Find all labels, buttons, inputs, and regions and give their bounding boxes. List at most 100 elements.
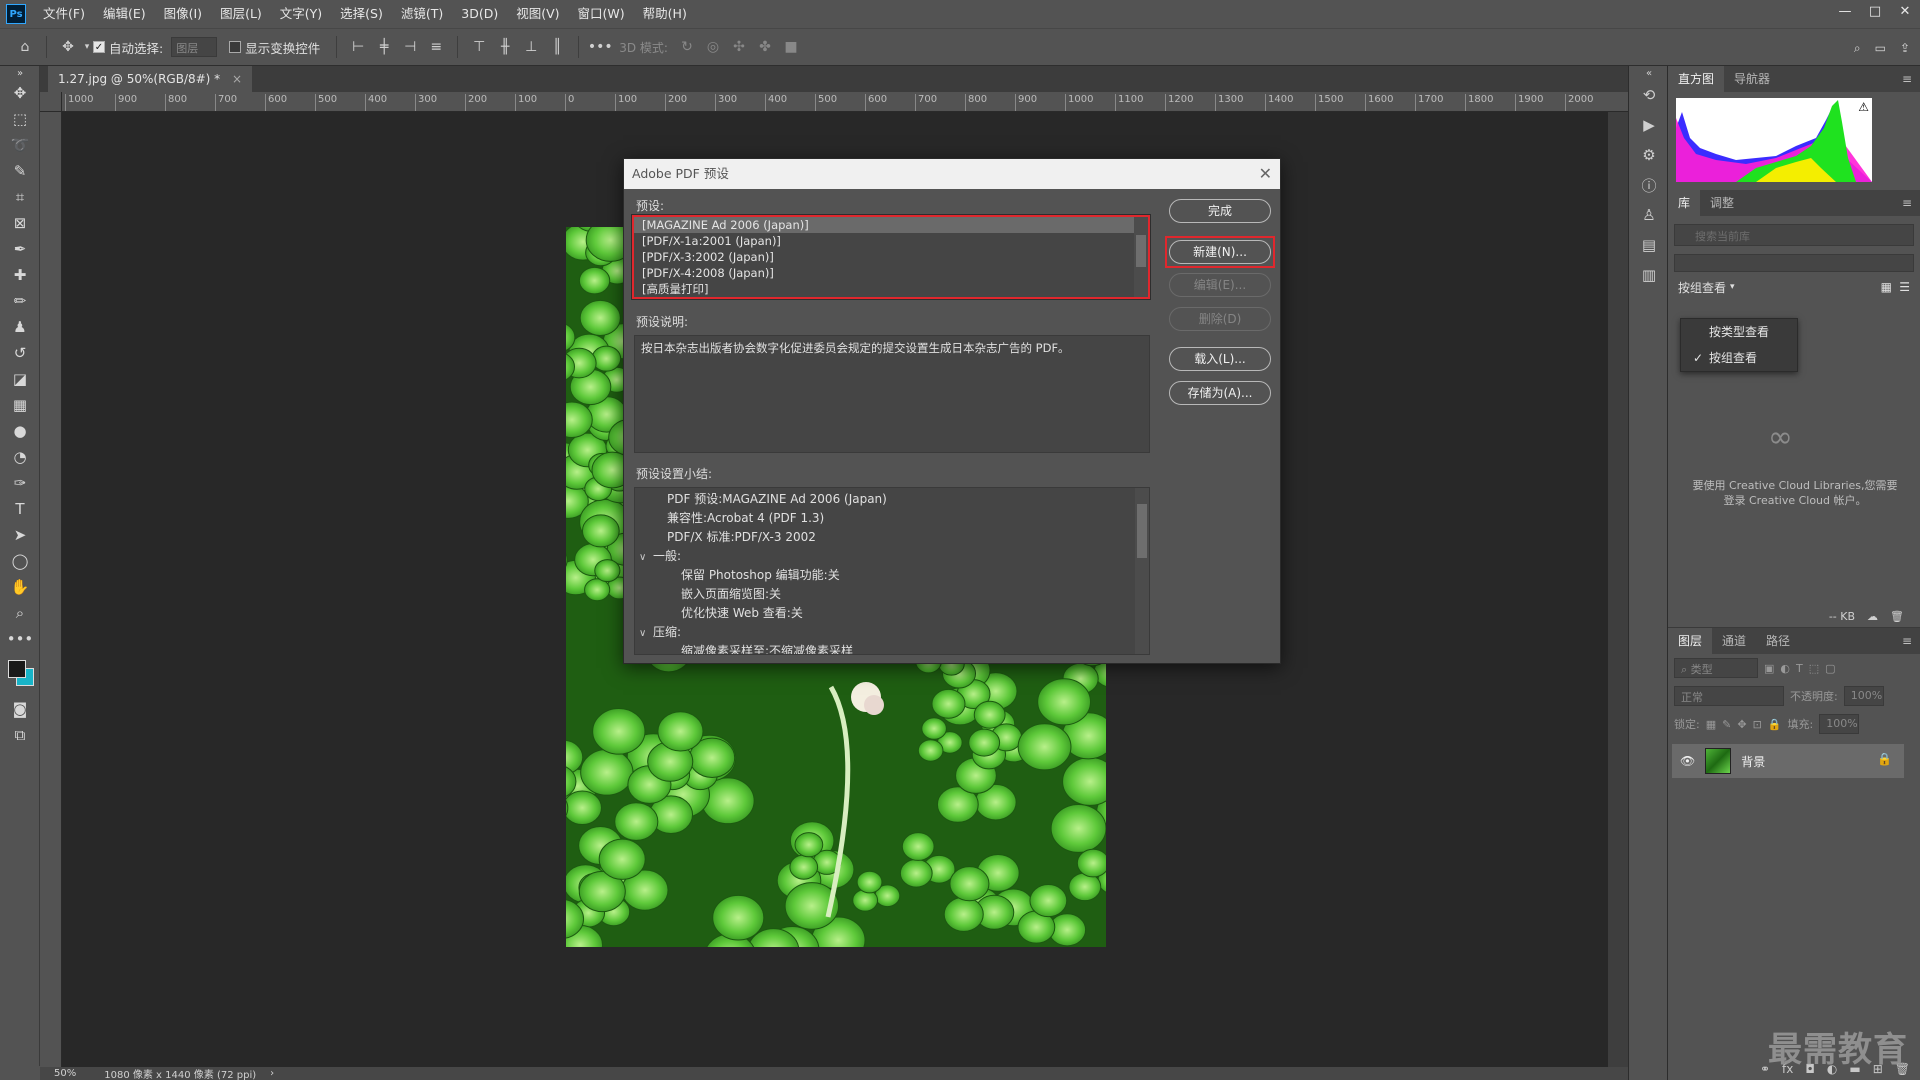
- quick-mask-icon[interactable]: ◙: [0, 696, 40, 722]
- collapse-icon[interactable]: »: [0, 66, 40, 80]
- eraser-icon[interactable]: ◪: [0, 366, 40, 392]
- menu-item[interactable]: 帮助(H): [634, 0, 696, 28]
- library-view-toggle[interactable]: 按组查看 ▾ ▦ ☰: [1668, 272, 1920, 302]
- collapse-icon[interactable]: «: [1629, 66, 1669, 80]
- layer-filter-select[interactable]: ⌕ 类型: [1674, 658, 1758, 678]
- filter-adjust-icon[interactable]: ◐: [1780, 662, 1790, 675]
- preset-item[interactable]: [PDF/X-3:2002 (Japan)]: [634, 249, 1134, 265]
- tab-paths[interactable]: 路径: [1756, 628, 1800, 654]
- tab-histogram[interactable]: 直方图: [1668, 66, 1725, 92]
- load-button[interactable]: 载入(L)...: [1169, 347, 1271, 371]
- delete-button[interactable]: 删除(D): [1169, 307, 1271, 331]
- panel-menu-icon[interactable]: ≡: [1902, 628, 1912, 654]
- tab-navigator[interactable]: 导航器: [1724, 66, 1780, 92]
- stamp-tool-icon[interactable]: ♟: [0, 314, 40, 340]
- search-icon[interactable]: ⌕: [1854, 41, 1861, 56]
- summary-line[interactable]: ∨ 压缩:: [639, 623, 1149, 642]
- auto-select-dropdown[interactable]: 图层: [171, 37, 218, 57]
- menu-item[interactable]: 选择(S): [331, 0, 392, 28]
- gradient-tool-icon[interactable]: ▦: [0, 392, 40, 418]
- grid-view-icon[interactable]: ▦: [1881, 280, 1892, 294]
- workspace-icon[interactable]: ▭: [1875, 41, 1886, 55]
- zoom-tool-icon[interactable]: ⌕: [0, 600, 40, 626]
- trash-icon[interactable]: 🗑: [1890, 610, 1904, 623]
- 3d-rotate-icon[interactable]: ↻: [674, 39, 700, 55]
- shape-tool-icon[interactable]: ◯: [0, 548, 40, 574]
- lock-artboard-icon[interactable]: ⊡: [1753, 718, 1762, 731]
- tab-libraries[interactable]: 库: [1668, 190, 1701, 216]
- dodge-tool-icon[interactable]: ◔: [0, 444, 40, 470]
- distribute-h-icon[interactable]: ≡: [423, 39, 449, 55]
- 3d-pan-icon[interactable]: ✣: [726, 39, 752, 55]
- path-select-icon[interactable]: ➤: [0, 522, 40, 548]
- filter-pixel-icon[interactable]: ▣: [1764, 662, 1774, 675]
- tab-adjustments[interactable]: 调整: [1700, 190, 1744, 216]
- view-by-type-option[interactable]: 按类型查看: [1681, 319, 1797, 345]
- close-icon[interactable]: ✕: [1259, 159, 1272, 189]
- fill-input[interactable]: 100%: [1819, 714, 1860, 734]
- actions-play-icon[interactable]: ▶: [1629, 110, 1669, 140]
- close-window-button[interactable]: ✕: [1890, 0, 1920, 24]
- lock-all-icon[interactable]: 🔒: [1768, 718, 1782, 731]
- panel-menu-icon[interactable]: ≡: [1902, 190, 1912, 216]
- more-tools-icon[interactable]: •••: [0, 626, 40, 652]
- menu-item[interactable]: 窗口(W): [569, 0, 634, 28]
- history-icon[interactable]: ⟲: [1629, 80, 1669, 110]
- notes-icon[interactable]: ▥: [1629, 260, 1669, 290]
- frame-tool-icon[interactable]: ⊠: [0, 210, 40, 236]
- menu-item[interactable]: 编辑(E): [94, 0, 155, 28]
- lock-paint-icon[interactable]: ✎: [1722, 718, 1731, 731]
- checkbox-unchecked-icon[interactable]: [229, 41, 242, 53]
- preset-item[interactable]: [高质量打印]: [634, 281, 1134, 297]
- more-options-icon[interactable]: •••: [587, 39, 613, 55]
- minimize-button[interactable]: —: [1830, 0, 1860, 24]
- library-search-input[interactable]: 搜索当前库: [1674, 224, 1914, 246]
- menu-item[interactable]: 视图(V): [507, 0, 568, 28]
- menu-item[interactable]: 3D(D): [452, 0, 507, 28]
- type-tool-icon[interactable]: T: [0, 496, 40, 522]
- paragraph-icon[interactable]: ▤: [1629, 230, 1669, 260]
- new-button[interactable]: 新建(N)...: [1169, 240, 1271, 264]
- lasso-tool-icon[interactable]: ➰: [0, 132, 40, 158]
- scroll-thumb[interactable]: [1137, 504, 1147, 558]
- list-view-icon[interactable]: ☰: [1899, 280, 1910, 294]
- summary-scrollbar[interactable]: [1135, 488, 1149, 654]
- preset-item[interactable]: [PDF/X-1a:2001 (Japan)]: [634, 233, 1134, 249]
- filter-shape-icon[interactable]: ⬚: [1809, 662, 1819, 675]
- align-bottom-icon[interactable]: ⊥: [518, 39, 544, 55]
- screen-mode-icon[interactable]: ⧉: [0, 722, 40, 748]
- layer-row-background[interactable]: 👁 背景 🔒: [1672, 744, 1904, 778]
- menu-item[interactable]: 文件(F): [34, 0, 94, 28]
- blend-mode-select[interactable]: 正常: [1674, 686, 1784, 706]
- marquee-tool-icon[interactable]: ⬚: [0, 106, 40, 132]
- chevron-down-icon[interactable]: ▾: [81, 42, 93, 52]
- menu-item[interactable]: 文字(Y): [271, 0, 331, 28]
- info-icon[interactable]: ⓘ: [1629, 170, 1669, 200]
- home-icon[interactable]: ⌂: [12, 39, 38, 55]
- blur-tool-icon[interactable]: ●: [0, 418, 40, 444]
- lock-transparent-icon[interactable]: ▦: [1706, 718, 1716, 731]
- preset-item[interactable]: [MAGAZINE Ad 2006 (Japan)]: [634, 217, 1134, 233]
- 3d-camera-icon[interactable]: ■: [778, 39, 804, 55]
- warning-icon[interactable]: ⚠: [1858, 100, 1869, 114]
- show-transform-checkbox[interactable]: 显示变换控件: [229, 38, 320, 57]
- eyedropper-icon[interactable]: ✒: [0, 236, 40, 262]
- menu-item[interactable]: 滤镜(T): [392, 0, 452, 28]
- tab-channels[interactable]: 通道: [1712, 628, 1756, 654]
- edit-button[interactable]: 编辑(E)...: [1169, 273, 1271, 297]
- align-right-icon[interactable]: ⊣: [397, 39, 423, 55]
- vertical-scrollbar[interactable]: [1608, 112, 1628, 1067]
- opacity-input[interactable]: 100%: [1843, 686, 1884, 706]
- done-button[interactable]: 完成: [1169, 199, 1271, 223]
- eye-icon[interactable]: 👁: [1680, 754, 1695, 768]
- close-tab-icon[interactable]: ×: [232, 72, 242, 86]
- pen-tool-icon[interactable]: ✑: [0, 470, 40, 496]
- move-tool-icon[interactable]: ✥: [0, 80, 40, 106]
- share-icon[interactable]: ⇪: [1900, 41, 1910, 55]
- crop-tool-icon[interactable]: ⌗: [0, 184, 40, 210]
- menu-item[interactable]: 图像(I): [155, 0, 211, 28]
- align-left-icon[interactable]: ⊢: [345, 39, 371, 55]
- magic-wand-icon[interactable]: ✎: [0, 158, 40, 184]
- lock-position-icon[interactable]: ✥: [1737, 718, 1746, 731]
- scroll-thumb[interactable]: [1136, 235, 1146, 267]
